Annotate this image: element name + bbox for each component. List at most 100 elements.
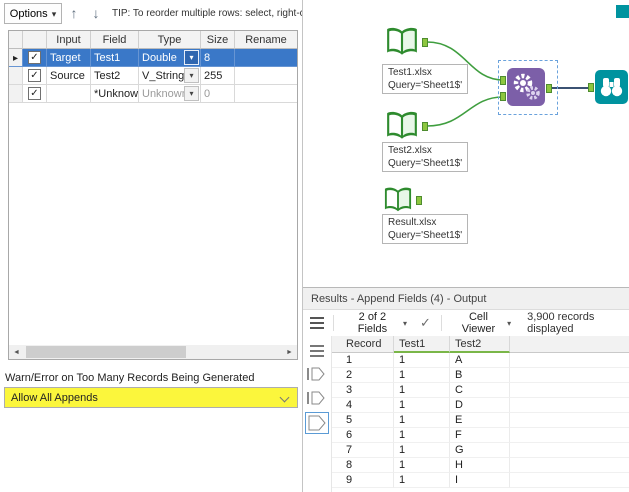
book-icon	[387, 111, 417, 139]
checkbox-checked-icon[interactable]	[28, 51, 41, 64]
type-dropdown-button[interactable]	[184, 86, 199, 101]
warn-error-label: Warn/Error on Too Many Records Being Gen…	[5, 372, 255, 384]
data-view-button[interactable]	[308, 343, 326, 359]
rows-icon	[310, 317, 325, 329]
column-header-test1[interactable]: Test1	[394, 336, 450, 353]
table-row: 1 1 A	[332, 353, 629, 368]
options-button[interactable]: Options	[4, 3, 62, 24]
append-mode-combobox[interactable]: Allow All Appends	[4, 387, 298, 408]
cell-test1[interactable]: 1	[394, 368, 450, 383]
cell-test1[interactable]: 1	[394, 383, 450, 398]
row-checkbox-cell[interactable]	[23, 49, 47, 67]
cell-test2[interactable]: H	[450, 458, 510, 473]
type-dropdown-button[interactable]	[184, 50, 199, 65]
row-marker-cell	[9, 85, 23, 103]
cell-test1[interactable]: 1	[394, 428, 450, 443]
cell-input[interactable]: Target	[47, 49, 91, 67]
mapping-row-target[interactable]: Target Test1 Double 8	[9, 49, 297, 67]
row-checkbox-cell[interactable]	[23, 67, 47, 85]
output-anchor[interactable]	[422, 122, 428, 131]
column-header-record[interactable]: Record	[332, 336, 394, 353]
scrollbar-thumb[interactable]	[26, 346, 186, 358]
source-input-anchor[interactable]	[500, 92, 506, 101]
cell-test2[interactable]: F	[450, 428, 510, 443]
current-row-arrow-icon	[13, 52, 18, 64]
cell-test1[interactable]: 1	[394, 413, 450, 428]
workflow-canvas[interactable]: Test1.xlsx Query='Sheet1$' Test2.xlsx Qu…	[303, 0, 629, 287]
cell-type[interactable]: V_String	[139, 67, 201, 85]
scroll-left-arrow-icon[interactable]	[9, 345, 24, 359]
row-checkbox-cell[interactable]	[23, 85, 47, 103]
results-title-bar: Results - Append Fields (4) - Output	[303, 288, 629, 310]
output-anchor[interactable]	[422, 38, 428, 47]
input-tool-test1[interactable]	[385, 26, 428, 58]
table-row: 7 1 G	[332, 443, 629, 458]
input-tool-result[interactable]	[383, 186, 422, 214]
cell-input[interactable]	[47, 85, 91, 103]
checkbox-checked-icon[interactable]	[28, 87, 41, 100]
cell-test2[interactable]: C	[450, 383, 510, 398]
tool-label-test1[interactable]: Test1.xlsx Query='Sheet1$'	[382, 64, 469, 94]
cell-test1[interactable]: 1	[394, 398, 450, 413]
scrollbar-track[interactable]	[24, 345, 282, 359]
mapping-row-source[interactable]: Source Test2 V_String 255	[9, 67, 297, 85]
tool-label-test2[interactable]: Test2.xlsx Query='Sheet1$'	[382, 142, 469, 172]
cell-type[interactable]: Unknown	[139, 85, 201, 103]
record-number: 3	[332, 383, 394, 398]
column-header-test2[interactable]: Test2	[450, 336, 510, 353]
append-fields-tool[interactable]	[500, 68, 552, 106]
cell-viewer-selector[interactable]: Cell Viewer	[451, 309, 515, 337]
type-dropdown-button[interactable]	[184, 68, 199, 83]
grid-header-rename: Rename	[235, 31, 297, 49]
cell-size[interactable]: 255	[201, 67, 235, 85]
table-view-button[interactable]	[307, 313, 328, 333]
cell-field[interactable]: Test2	[91, 67, 139, 85]
cell-input[interactable]: Source	[47, 67, 91, 85]
mapping-row-unknown[interactable]: *Unknown Unknown 0	[9, 85, 297, 103]
cell-size[interactable]: 8	[201, 49, 235, 67]
fields-selector[interactable]: 2 of 2 Fields	[343, 309, 411, 337]
toolbar-separator	[332, 315, 334, 331]
apply-button[interactable]	[415, 313, 436, 333]
cell-filler	[510, 473, 629, 488]
cell-test1[interactable]: 1	[394, 443, 450, 458]
cell-test1[interactable]: 1	[394, 473, 450, 488]
cell-test2[interactable]: G	[450, 443, 510, 458]
cell-field[interactable]: *Unknown	[91, 85, 139, 103]
tool-label-result[interactable]: Result.xlsx Query='Sheet1$'	[382, 214, 469, 244]
results-title: Results - Append Fields (4) - Output	[311, 292, 487, 305]
cell-test2[interactable]: I	[450, 473, 510, 488]
checkbox-checked-icon[interactable]	[28, 69, 41, 82]
cell-test1[interactable]: 1	[394, 353, 450, 368]
move-up-button[interactable]	[64, 2, 84, 24]
output-anchor[interactable]	[546, 84, 552, 93]
cell-test1[interactable]: 1	[394, 458, 450, 473]
input-tool-test2[interactable]	[385, 110, 428, 142]
input-anchor[interactable]	[588, 83, 594, 92]
results-panel: Results - Append Fields (4) - Output 2 o…	[303, 287, 629, 492]
record-number: 7	[332, 443, 394, 458]
browse-tool[interactable]	[588, 70, 628, 104]
right-input-anchor-button[interactable]	[306, 390, 326, 406]
output-anchor[interactable]	[416, 196, 422, 205]
output-anchor-button[interactable]	[305, 412, 329, 434]
cell-test2[interactable]: E	[450, 413, 510, 428]
left-input-anchor-button[interactable]	[306, 366, 326, 382]
chevron-down-icon	[507, 317, 511, 329]
record-number: 6	[332, 428, 394, 443]
target-input-anchor[interactable]	[500, 76, 506, 85]
table-row: 5 1 E	[332, 413, 629, 428]
cell-rename[interactable]	[235, 67, 297, 85]
cell-test2[interactable]: B	[450, 368, 510, 383]
cell-type[interactable]: Double	[139, 49, 201, 67]
cell-rename[interactable]	[235, 85, 297, 103]
cell-rename[interactable]	[235, 49, 297, 67]
grid-horizontal-scrollbar[interactable]	[9, 345, 297, 359]
move-down-button[interactable]	[86, 2, 106, 24]
cell-size[interactable]: 0	[201, 85, 235, 103]
scroll-right-arrow-icon[interactable]	[282, 345, 297, 359]
cell-test2[interactable]: A	[450, 353, 510, 368]
cell-test2[interactable]: D	[450, 398, 510, 413]
binoculars-icon	[595, 70, 628, 104]
cell-field[interactable]: Test1	[91, 49, 139, 67]
